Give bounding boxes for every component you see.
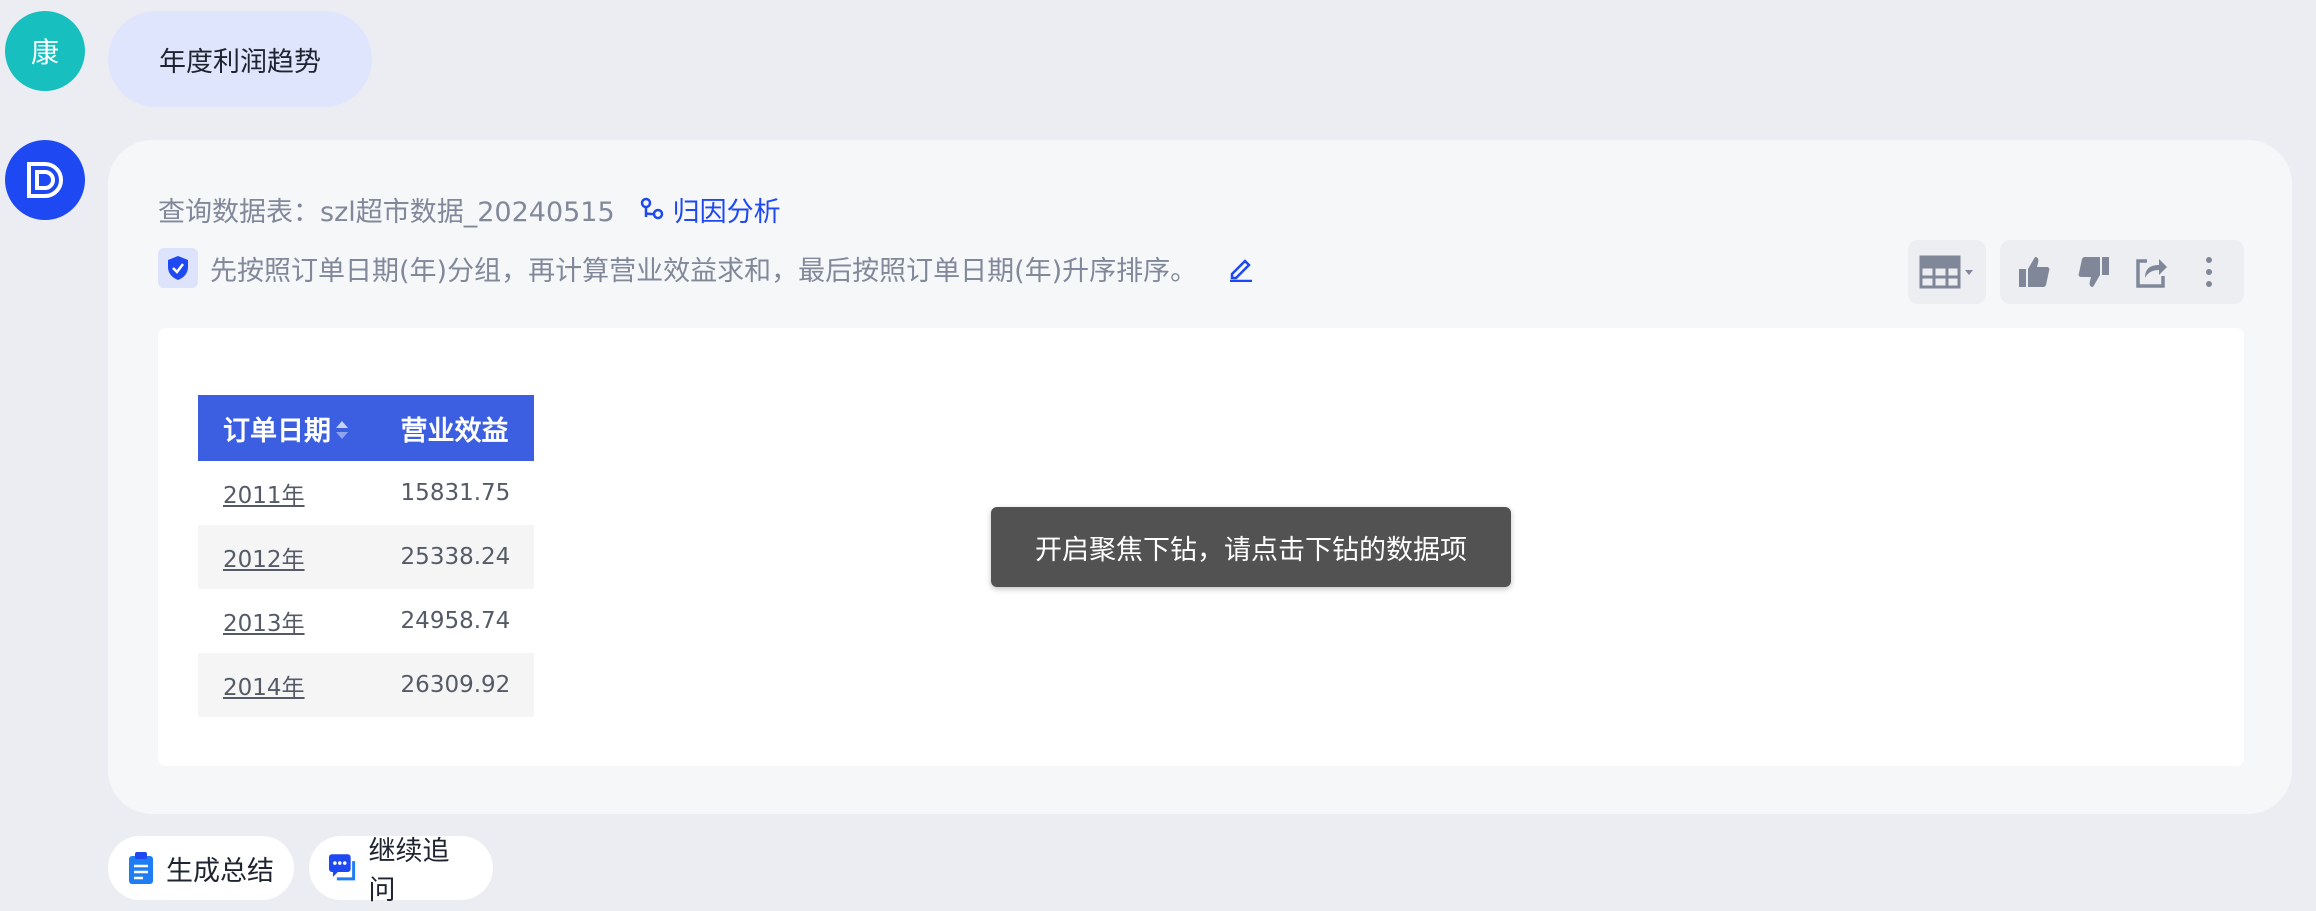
verified-shield-icon (158, 248, 198, 288)
pencil-icon (1230, 259, 1253, 282)
generate-summary-label: 生成总结 (166, 855, 274, 887)
assistant-logo-icon (27, 162, 63, 198)
more-options-button[interactable] (2183, 246, 2235, 298)
attribution-analysis-label: 归因分析 (672, 197, 781, 228)
thumbs-up-icon (2019, 257, 2050, 287)
generate-summary-button[interactable]: 生成总结 (108, 836, 294, 900)
result-table: 订单日期 营业效益 2011年 15831.75 2012年 25338.24 … (198, 395, 534, 717)
user-message-text: 年度利润趋势 (159, 46, 321, 78)
branch-icon (640, 197, 663, 219)
more-vertical-icon (2206, 257, 2212, 287)
chat-bubbles-icon (328, 854, 356, 881)
share-button[interactable] (2125, 246, 2177, 298)
share-icon (2136, 259, 2167, 288)
table-row: 2011年 15831.75 (198, 461, 534, 525)
drilldown-year-link[interactable]: 2013年 (223, 611, 305, 637)
table-view-icon (1919, 255, 1973, 289)
query-description-text: 先按照订单日期(年)分组，再计算营业效益求和，最后按照订单日期(年)升序排序。 (210, 255, 1198, 287)
table-cell-value: 25338.24 (375, 525, 534, 589)
table-row: 2014年 26309.92 (198, 653, 534, 717)
table-header-row: 订单日期 营业效益 (198, 395, 534, 461)
table-cell-value: 26309.92 (375, 653, 534, 717)
user-message-bubble: 年度利润趋势 (108, 11, 372, 107)
column-header-order-date[interactable]: 订单日期 (198, 395, 376, 461)
query-prefix: 查询数据表： (158, 197, 320, 228)
assistant-avatar (5, 140, 85, 220)
table-cell-year[interactable]: 2012年 (198, 525, 376, 589)
drilldown-year-link[interactable]: 2012年 (223, 547, 305, 573)
user-avatar: 康 (5, 11, 85, 91)
query-info-line: 查询数据表： szl超市数据_20240515 归因分析 (158, 190, 781, 229)
table-cell-year[interactable]: 2011年 (198, 461, 376, 525)
view-type-switcher[interactable] (1908, 240, 1986, 304)
dislike-button[interactable] (2067, 246, 2119, 298)
sort-icon[interactable] (335, 417, 349, 448)
drilldown-year-link[interactable]: 2014年 (223, 675, 305, 701)
thumbs-down-icon (2078, 257, 2109, 287)
drilldown-toast: 开启聚焦下钻，请点击下钻的数据项 (991, 507, 1511, 587)
drilldown-year-link[interactable]: 2011年 (223, 483, 305, 509)
table-cell-value: 15831.75 (400, 480, 511, 506)
answer-action-toolbar (2000, 240, 2244, 304)
continue-asking-button[interactable]: 继续追问 (309, 836, 493, 906)
clipboard-icon (129, 852, 153, 884)
result-panel: 订单日期 营业效益 2011年 15831.75 2012年 25338.24 … (158, 328, 2244, 766)
attribution-analysis-link[interactable]: 归因分析 (639, 190, 781, 229)
like-button[interactable] (2009, 246, 2061, 298)
query-description-line: 先按照订单日期(年)分组，再计算营业效益求和，最后按照订单日期(年)升序排序。 (158, 248, 1255, 288)
continue-asking-label: 继续追问 (368, 836, 450, 906)
table-row: 2013年 24958.74 (198, 589, 534, 653)
column-header-operating-profit: 营业效益 (375, 395, 534, 461)
edit-query-button[interactable] (1227, 254, 1255, 282)
table-cell-year[interactable]: 2013年 (198, 589, 376, 653)
table-cell-value: 24958.74 (400, 608, 511, 634)
drilldown-toast-text: 开启聚焦下钻，请点击下钻的数据项 (1035, 534, 1467, 566)
answer-card: 查询数据表： szl超市数据_20240515 归因分析 先按照订单日期(年)分… (108, 140, 2292, 814)
query-table-name: szl超市数据_20240515 (320, 197, 615, 228)
table-cell-year[interactable]: 2014年 (198, 653, 376, 717)
user-avatar-text: 康 (30, 36, 59, 69)
table-row: 2012年 25338.24 (198, 525, 534, 589)
